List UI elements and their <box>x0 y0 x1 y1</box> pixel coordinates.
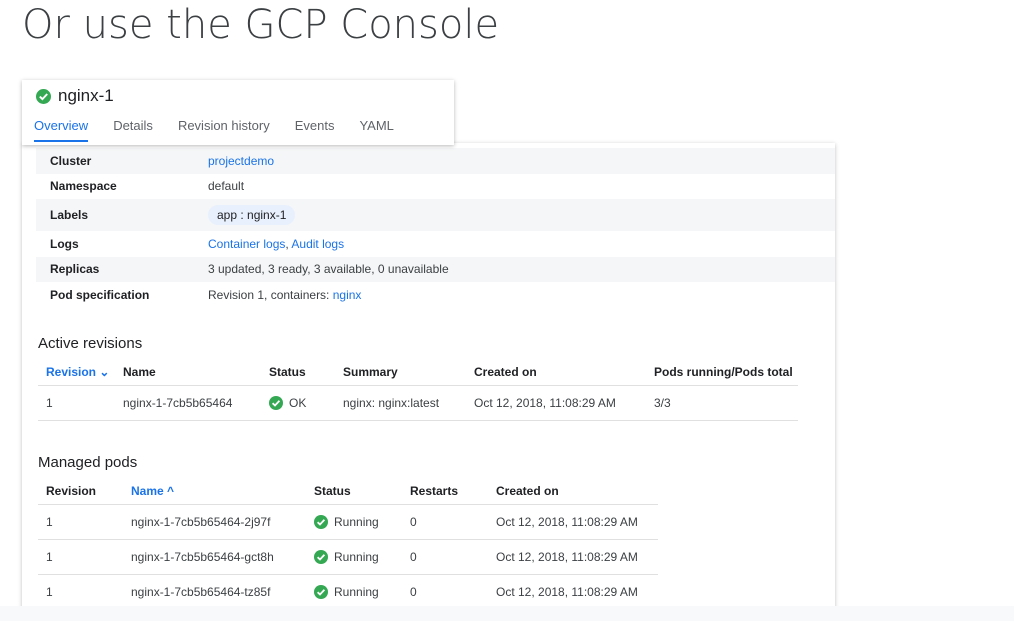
name-cell: nginx-1-7cb5b65464-2j97f <box>131 504 314 540</box>
property-label: Cluster <box>50 153 92 168</box>
pod-spec-prefix: Revision 1, containers: <box>208 287 333 302</box>
column-header-revision[interactable]: Revision ⌄ <box>38 359 123 386</box>
properties-list: Cluster projectdemo Namespace default La… <box>36 148 835 308</box>
tab-details[interactable]: Details <box>113 118 153 142</box>
status-text: Running <box>334 514 379 529</box>
chevron-up-icon: ^ <box>167 483 175 498</box>
column-header-created: Created on <box>496 478 658 505</box>
property-label: Pod specification <box>50 287 150 302</box>
column-header-revision: Revision <box>38 478 131 505</box>
revision-cell: 1 <box>38 574 131 610</box>
tab-bar: Overview Details Revision history Events… <box>34 118 419 142</box>
created-cell: Oct 12, 2018, 11:08:29 AM <box>474 385 654 421</box>
name-cell: nginx-1-7cb5b65464-gct8h <box>131 539 314 575</box>
revision-cell: 1 <box>38 504 131 540</box>
property-row-logs: Logs Container logs, Audit logs <box>36 231 835 257</box>
table-header-row: Revision ⌄ Name Status Summary Created o… <box>38 359 798 386</box>
restarts-cell: 0 <box>410 574 496 610</box>
status-text: OK <box>289 395 307 410</box>
workload-header-card: nginx-1 Overview Details Revision histor… <box>22 80 454 145</box>
property-row-cluster: Cluster projectdemo <box>36 148 835 174</box>
slide-title: Or use the GCP Console <box>22 2 500 48</box>
column-header-pods: Pods running/Pods total <box>654 359 798 386</box>
workload-title-row: nginx-1 <box>36 86 114 106</box>
column-header-restarts: Restarts <box>410 478 496 505</box>
chevron-down-icon: ⌄ <box>99 364 110 379</box>
managed-pods-title: Managed pods <box>38 454 138 471</box>
status-text: Running <box>334 584 379 599</box>
created-cell: Oct 12, 2018, 11:08:29 AM <box>496 504 658 540</box>
name-cell: nginx-1-7cb5b65464 <box>123 385 269 421</box>
table-header-row: Revision Name ^ Status Restarts Created … <box>38 478 658 505</box>
property-label: Namespace <box>50 179 117 194</box>
table-row: 1 nginx-1-7cb5b65464-tz85f Running 0 Oct… <box>38 574 658 610</box>
table-row: 1 nginx-1-7cb5b65464-gct8h Running 0 Oct… <box>38 539 658 575</box>
column-header-status: Status <box>314 478 410 505</box>
revision-cell: 1 <box>38 539 131 575</box>
managed-pods-table: Revision Name ^ Status Restarts Created … <box>38 478 658 610</box>
check-circle-icon <box>36 88 51 104</box>
created-cell: Oct 12, 2018, 11:08:29 AM <box>496 539 658 575</box>
status-text: Running <box>334 549 379 564</box>
restarts-cell: 0 <box>410 504 496 540</box>
replicas-value: 3 updated, 3 ready, 3 available, 0 unava… <box>208 262 449 277</box>
detail-card: Cluster projectdemo Namespace default La… <box>22 143 835 619</box>
column-header-name[interactable]: Name ^ <box>131 478 314 505</box>
nginx-container-link[interactable]: nginx <box>333 288 362 302</box>
check-circle-icon <box>314 514 328 529</box>
check-circle-icon <box>314 584 328 599</box>
property-label: Logs <box>50 236 79 251</box>
table-row: 1 nginx-1-7cb5b65464-2j97f Running 0 Oct… <box>38 504 658 540</box>
column-header-name: Name <box>123 359 269 386</box>
table-row: 1 nginx-1-7cb5b65464 OK nginx: nginx:lat… <box>38 385 798 421</box>
bottom-strip <box>0 606 1014 621</box>
tab-events[interactable]: Events <box>295 118 335 142</box>
audit-logs-link[interactable]: Audit logs <box>291 237 344 251</box>
container-logs-link[interactable]: Container logs <box>208 237 285 251</box>
cluster-link[interactable]: projectdemo <box>208 154 274 168</box>
active-revisions-table: Revision ⌄ Name Status Summary Created o… <box>38 359 798 421</box>
property-row-pod-spec: Pod specification Revision 1, containers… <box>36 282 835 308</box>
property-row-replicas: Replicas 3 updated, 3 ready, 3 available… <box>36 256 835 282</box>
check-circle-icon <box>269 395 283 410</box>
active-revisions-title: Active revisions <box>38 335 143 352</box>
name-cell: nginx-1-7cb5b65464-tz85f <box>131 574 314 610</box>
label-chip: app : nginx-1 <box>208 205 296 225</box>
tab-revision-history[interactable]: Revision history <box>178 118 270 142</box>
property-label: Labels <box>50 208 89 222</box>
namespace-value: default <box>208 179 245 194</box>
restarts-cell: 0 <box>410 539 496 575</box>
tab-yaml[interactable]: YAML <box>359 118 393 142</box>
column-header-status: Status <box>269 359 343 386</box>
check-circle-icon <box>314 549 328 564</box>
pods-cell: 3/3 <box>654 385 798 421</box>
status-cell: OK <box>269 385 343 421</box>
revision-cell: 1 <box>38 385 123 421</box>
property-row-namespace: Namespace default <box>36 174 835 200</box>
property-row-labels: Labels app : nginx-1 <box>36 199 835 231</box>
created-cell: Oct 12, 2018, 11:08:29 AM <box>496 574 658 610</box>
status-cell: Running <box>314 574 410 610</box>
column-header-summary: Summary <box>343 359 474 386</box>
summary-cell: nginx: nginx:latest <box>343 385 474 421</box>
tab-overview[interactable]: Overview <box>34 118 89 142</box>
status-cell: Running <box>314 504 410 540</box>
column-header-created: Created on <box>474 359 654 386</box>
status-cell: Running <box>314 539 410 575</box>
property-label: Replicas <box>50 262 100 277</box>
workload-name: nginx-1 <box>58 86 114 105</box>
